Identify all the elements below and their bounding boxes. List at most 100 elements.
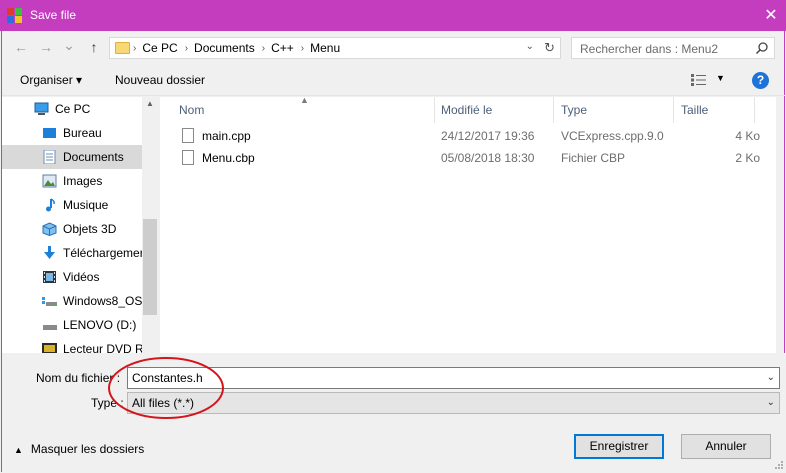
- close-button[interactable]: ✕: [756, 0, 786, 31]
- sidebar-item-objets-3d[interactable]: Objets 3D: [2, 217, 142, 241]
- save-form: Nom du fichier : Constantes.h ⌄ Type : A…: [2, 353, 786, 472]
- navigation-pane: Ce PC Bureau Documents Images Musique Ob…: [2, 97, 158, 353]
- breadcrumb-item-ce-pc[interactable]: Ce PC: [142, 41, 177, 55]
- music-icon: [46, 198, 55, 212]
- file-name: Menu.cbp: [202, 151, 255, 165]
- file-row-main-cpp[interactable]: main.cpp 24/12/2017 19:36 VCExpress.cpp.…: [175, 125, 775, 147]
- chevron-down-icon[interactable]: ⌄: [526, 41, 534, 52]
- downloads-icon: [44, 246, 55, 259]
- file-date: 05/08/2018 18:30: [441, 151, 535, 165]
- breadcrumb-separator[interactable]: ›: [301, 43, 304, 54]
- file-name: main.cpp: [202, 129, 251, 143]
- scroll-up-icon[interactable]: ▲: [146, 99, 154, 108]
- new-folder-button[interactable]: Nouveau dossier: [115, 73, 205, 87]
- computer-icon: [34, 102, 49, 115]
- column-divider[interactable]: [553, 97, 554, 123]
- hide-folders-toggle[interactable]: ▲ Masquer les dossiers: [14, 442, 144, 456]
- search-input[interactable]: Rechercher dans : Menu2: [571, 37, 775, 59]
- file-type: Fichier CBP: [561, 151, 626, 165]
- file-row-menu-cbp[interactable]: Menu.cbp 05/08/2018 18:30 Fichier CBP 2 …: [175, 147, 775, 169]
- dialog-window: ← → ⌄ ↑ › Ce PC › Documents › C++ › Menu…: [1, 31, 786, 472]
- breadcrumb-item-menu[interactable]: Menu: [310, 41, 340, 55]
- chevron-down-icon[interactable]: ⌄: [767, 372, 775, 383]
- search-placeholder: Rechercher dans : Menu2: [580, 42, 719, 56]
- recent-locations-button[interactable]: ⌄: [60, 37, 78, 53]
- view-dropdown-icon[interactable]: ▼: [716, 73, 725, 83]
- sidebar-item-label: Objets 3D: [63, 222, 117, 236]
- up-button[interactable]: ↑: [85, 39, 103, 55]
- column-header-name[interactable]: Nom: [179, 103, 204, 117]
- videos-icon: [43, 271, 56, 283]
- breadcrumb-item-cpp[interactable]: C++: [271, 41, 294, 55]
- sidebar-item-musique[interactable]: Musique: [2, 193, 142, 217]
- file-size: 2 Ko: [735, 151, 760, 165]
- file-size: 4 Ko: [735, 129, 760, 143]
- column-divider[interactable]: [754, 97, 755, 123]
- sidebar-item-label: Téléchargemer: [63, 246, 144, 260]
- sidebar-item-bureau[interactable]: Bureau: [2, 121, 142, 145]
- chevron-up-icon: ▲: [14, 445, 23, 455]
- folder-icon: [115, 42, 130, 54]
- sidebar-item-label: Bureau: [63, 126, 102, 140]
- red-annotation-ellipse: [108, 357, 224, 419]
- file-list: Nom ▲ Modifié le Type Taille main.cpp 24…: [160, 95, 776, 353]
- sidebar-item-telechargements[interactable]: Téléchargemer: [2, 241, 144, 265]
- objects-3d-icon: [42, 222, 57, 236]
- drive-icon: [42, 297, 57, 306]
- sidebar-item-label: Lecteur DVD R\: [63, 342, 148, 353]
- search-icon[interactable]: [755, 41, 769, 55]
- sidebar-item-lenovo-d[interactable]: LENOVO (D:): [2, 313, 142, 337]
- sidebar-item-documents[interactable]: Documents: [2, 145, 142, 169]
- navigation-bar: ← → ⌄ ↑ › Ce PC › Documents › C++ › Menu…: [2, 31, 786, 63]
- sidebar-item-label: Documents: [63, 150, 124, 164]
- command-bar: Organiser ▾ Nouveau dossier ▼ ?: [2, 64, 786, 96]
- file-date: 24/12/2017 19:36: [441, 129, 535, 143]
- resize-grip-icon[interactable]: [774, 460, 784, 470]
- column-header-type[interactable]: Type: [561, 103, 587, 117]
- address-bar[interactable]: › Ce PC › Documents › C++ › Menu ⌄ ↻: [109, 37, 561, 59]
- breadcrumb-separator[interactable]: ›: [185, 43, 188, 54]
- sidebar-item-label: Ce PC: [55, 102, 91, 116]
- breadcrumb-separator[interactable]: ›: [262, 43, 265, 54]
- images-icon: [42, 174, 57, 188]
- sidebar-item-videos[interactable]: Vidéos: [2, 265, 142, 289]
- sidebar-item-dvd[interactable]: Lecteur DVD R\: [2, 337, 147, 353]
- dvd-icon: [42, 343, 57, 353]
- navigation-pane-scrollbar[interactable]: ▲: [142, 97, 158, 353]
- title-bar: Save file ✕: [0, 0, 786, 31]
- chevron-down-icon[interactable]: ⌄: [767, 397, 775, 408]
- breadcrumb-item-documents[interactable]: Documents: [194, 41, 255, 55]
- sort-ascending-icon: ▲: [300, 95, 309, 105]
- save-button[interactable]: Enregistrer: [574, 434, 664, 459]
- refresh-icon[interactable]: ↻: [544, 40, 555, 56]
- hide-folders-label: Masquer les dossiers: [30, 442, 145, 456]
- help-icon[interactable]: ?: [752, 72, 769, 89]
- scrollbar-thumb[interactable]: [143, 219, 157, 315]
- sidebar-item-ce-pc[interactable]: Ce PC: [2, 97, 142, 121]
- column-header-date[interactable]: Modifié le: [441, 103, 492, 117]
- desktop-icon: [43, 128, 56, 138]
- breadcrumb-separator: ›: [133, 42, 137, 54]
- sidebar-item-label: Vidéos: [63, 270, 100, 284]
- window-title: Save file: [30, 8, 77, 22]
- breadcrumb: › Ce PC › Documents › C++ › Menu: [133, 41, 340, 55]
- organize-button[interactable]: Organiser ▾: [20, 73, 82, 87]
- view-options-icon[interactable]: [691, 74, 707, 86]
- sidebar-item-windows8-os[interactable]: Windows8_OS: [2, 289, 142, 313]
- sidebar-item-label: Musique: [63, 198, 109, 212]
- column-header-size[interactable]: Taille: [681, 103, 708, 117]
- file-icon: [182, 128, 194, 143]
- cancel-button[interactable]: Annuler: [681, 434, 771, 459]
- file-type: VCExpress.cpp.9.0: [561, 129, 664, 143]
- back-button[interactable]: ←: [12, 39, 30, 55]
- column-divider[interactable]: [673, 97, 674, 123]
- drive-icon: [43, 325, 57, 330]
- app-icon: [7, 8, 22, 23]
- sidebar-item-label: LENOVO (D:): [63, 318, 137, 332]
- sidebar-item-label: Windows8_OS: [63, 294, 143, 308]
- column-divider[interactable]: [434, 97, 435, 123]
- sidebar-item-label: Images: [63, 174, 103, 188]
- file-icon: [182, 150, 194, 165]
- forward-button[interactable]: →: [37, 39, 55, 55]
- sidebar-item-images[interactable]: Images: [2, 169, 142, 193]
